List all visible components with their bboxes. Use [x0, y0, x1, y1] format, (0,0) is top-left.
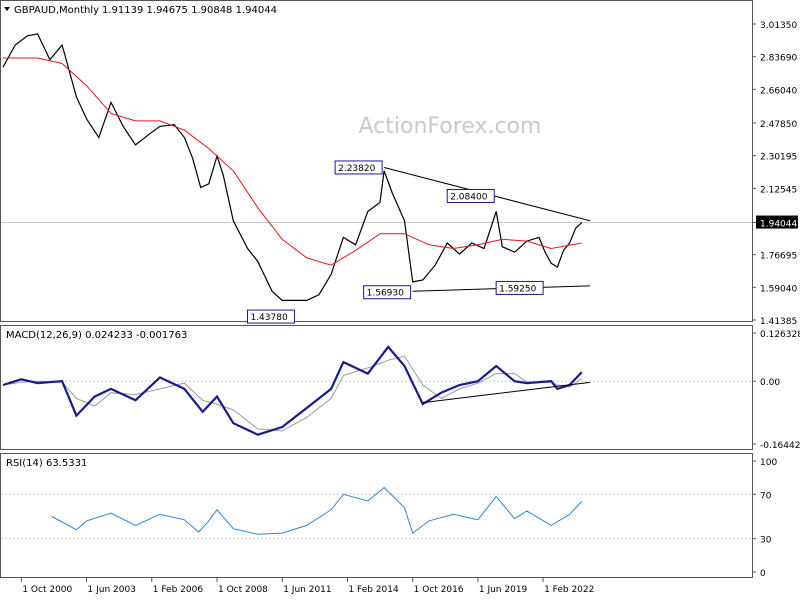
price-level-label: 2.08400	[450, 192, 487, 202]
x-tick-label: 1 Oct 2008	[218, 585, 268, 595]
price-y-tick-label: 2.12545	[760, 185, 797, 195]
price-annotations: 2.23820 2.08400 1.43780 1.56930 1.59250	[246, 160, 544, 324]
chart-header: GBPAUD,Monthly 1.91139 1.94675 1.90848 1…	[4, 5, 277, 16]
price-level-label: 2.23820	[338, 164, 375, 174]
price-y-tick-label: 2.47850	[760, 120, 797, 130]
moving-average-series	[3, 57, 582, 266]
x-tick-label: 1 Jun 2019	[479, 585, 528, 595]
chart-canvas: ActionForex.com GBPAUD,Monthly 1.91139 1…	[0, 0, 800, 595]
x-tick-label: 1 Feb 2006	[153, 585, 204, 595]
price-y-tick-label: 2.83690	[760, 54, 797, 64]
price-y-axis: 3.01350 2.83690 2.66040 2.47850 2.30195 2.125…	[752, 21, 798, 327]
rsi-y-tick-label: 30	[760, 536, 772, 546]
rsi-y-tick-label: 70	[760, 491, 772, 501]
price-y-tick-label: 1.76695	[760, 252, 797, 262]
x-tick-label: 1 Oct 2000	[22, 585, 72, 595]
watermark: ActionForex.com	[359, 114, 542, 139]
price-series	[2, 33, 583, 301]
price-level-label: 1.56930	[367, 289, 404, 299]
rsi-y-tick-label: 0	[760, 569, 766, 579]
macd-y-axis: 0.126328 0.00 -0.164422	[752, 330, 800, 451]
x-axis: 1 Oct 2000 1 Jun 2003 1 Feb 2006 1 Oct 2008…	[20, 578, 594, 595]
price-y-tick-label: 2.30195	[760, 153, 797, 163]
rsi-y-tick-label: 100	[760, 458, 777, 468]
x-tick-label: 1 Feb 2014	[348, 585, 399, 595]
price-level-label: 1.43780	[250, 313, 287, 323]
price-line	[2, 33, 583, 301]
rsi-levels	[1, 493, 752, 540]
rsi-panel	[0, 453, 753, 578]
macd-trendline	[422, 381, 591, 404]
x-tick-label: 1 Oct 2016	[414, 585, 464, 595]
ohlc-label: 1.91139 1.94675 1.90848 1.94044	[102, 5, 277, 16]
moving-average-line	[3, 57, 582, 266]
price-y-tick-label: 1.59040	[760, 284, 797, 294]
price-y-tick-label: 2.66040	[760, 86, 797, 96]
macd-y-tick-label: -0.164422	[760, 441, 800, 451]
symbol-label: GBPAUD,Monthly	[14, 5, 99, 16]
price-y-tick-label: 3.01350	[760, 21, 797, 31]
macd-series	[2, 345, 583, 436]
macd-panel	[0, 325, 753, 450]
macd-title: MACD(12,26,9) 0.024233 -0.001763	[6, 330, 187, 341]
price-trendlines	[383, 166, 591, 292]
macd-y-tick-label: 0.00	[760, 378, 780, 388]
price-y-tick-label: 1.41385	[760, 317, 797, 327]
rsi-y-axis: 100 70 30 0	[752, 458, 777, 579]
macd-line	[2, 345, 583, 436]
macd-y-tick-label: 0.126328	[760, 330, 800, 340]
price-y-tick-label: 1.94044	[760, 220, 797, 230]
x-tick-label: 1 Feb 2022	[544, 585, 594, 595]
rsi-title: RSI(14) 63.5331	[6, 458, 87, 469]
price-level-label: 1.59250	[499, 284, 536, 294]
macd-trendline	[422, 381, 591, 404]
x-tick-label: 1 Jun 2011	[283, 585, 331, 595]
chevron-down-icon	[4, 7, 10, 11]
x-tick-label: 1 Jun 2003	[88, 585, 136, 595]
